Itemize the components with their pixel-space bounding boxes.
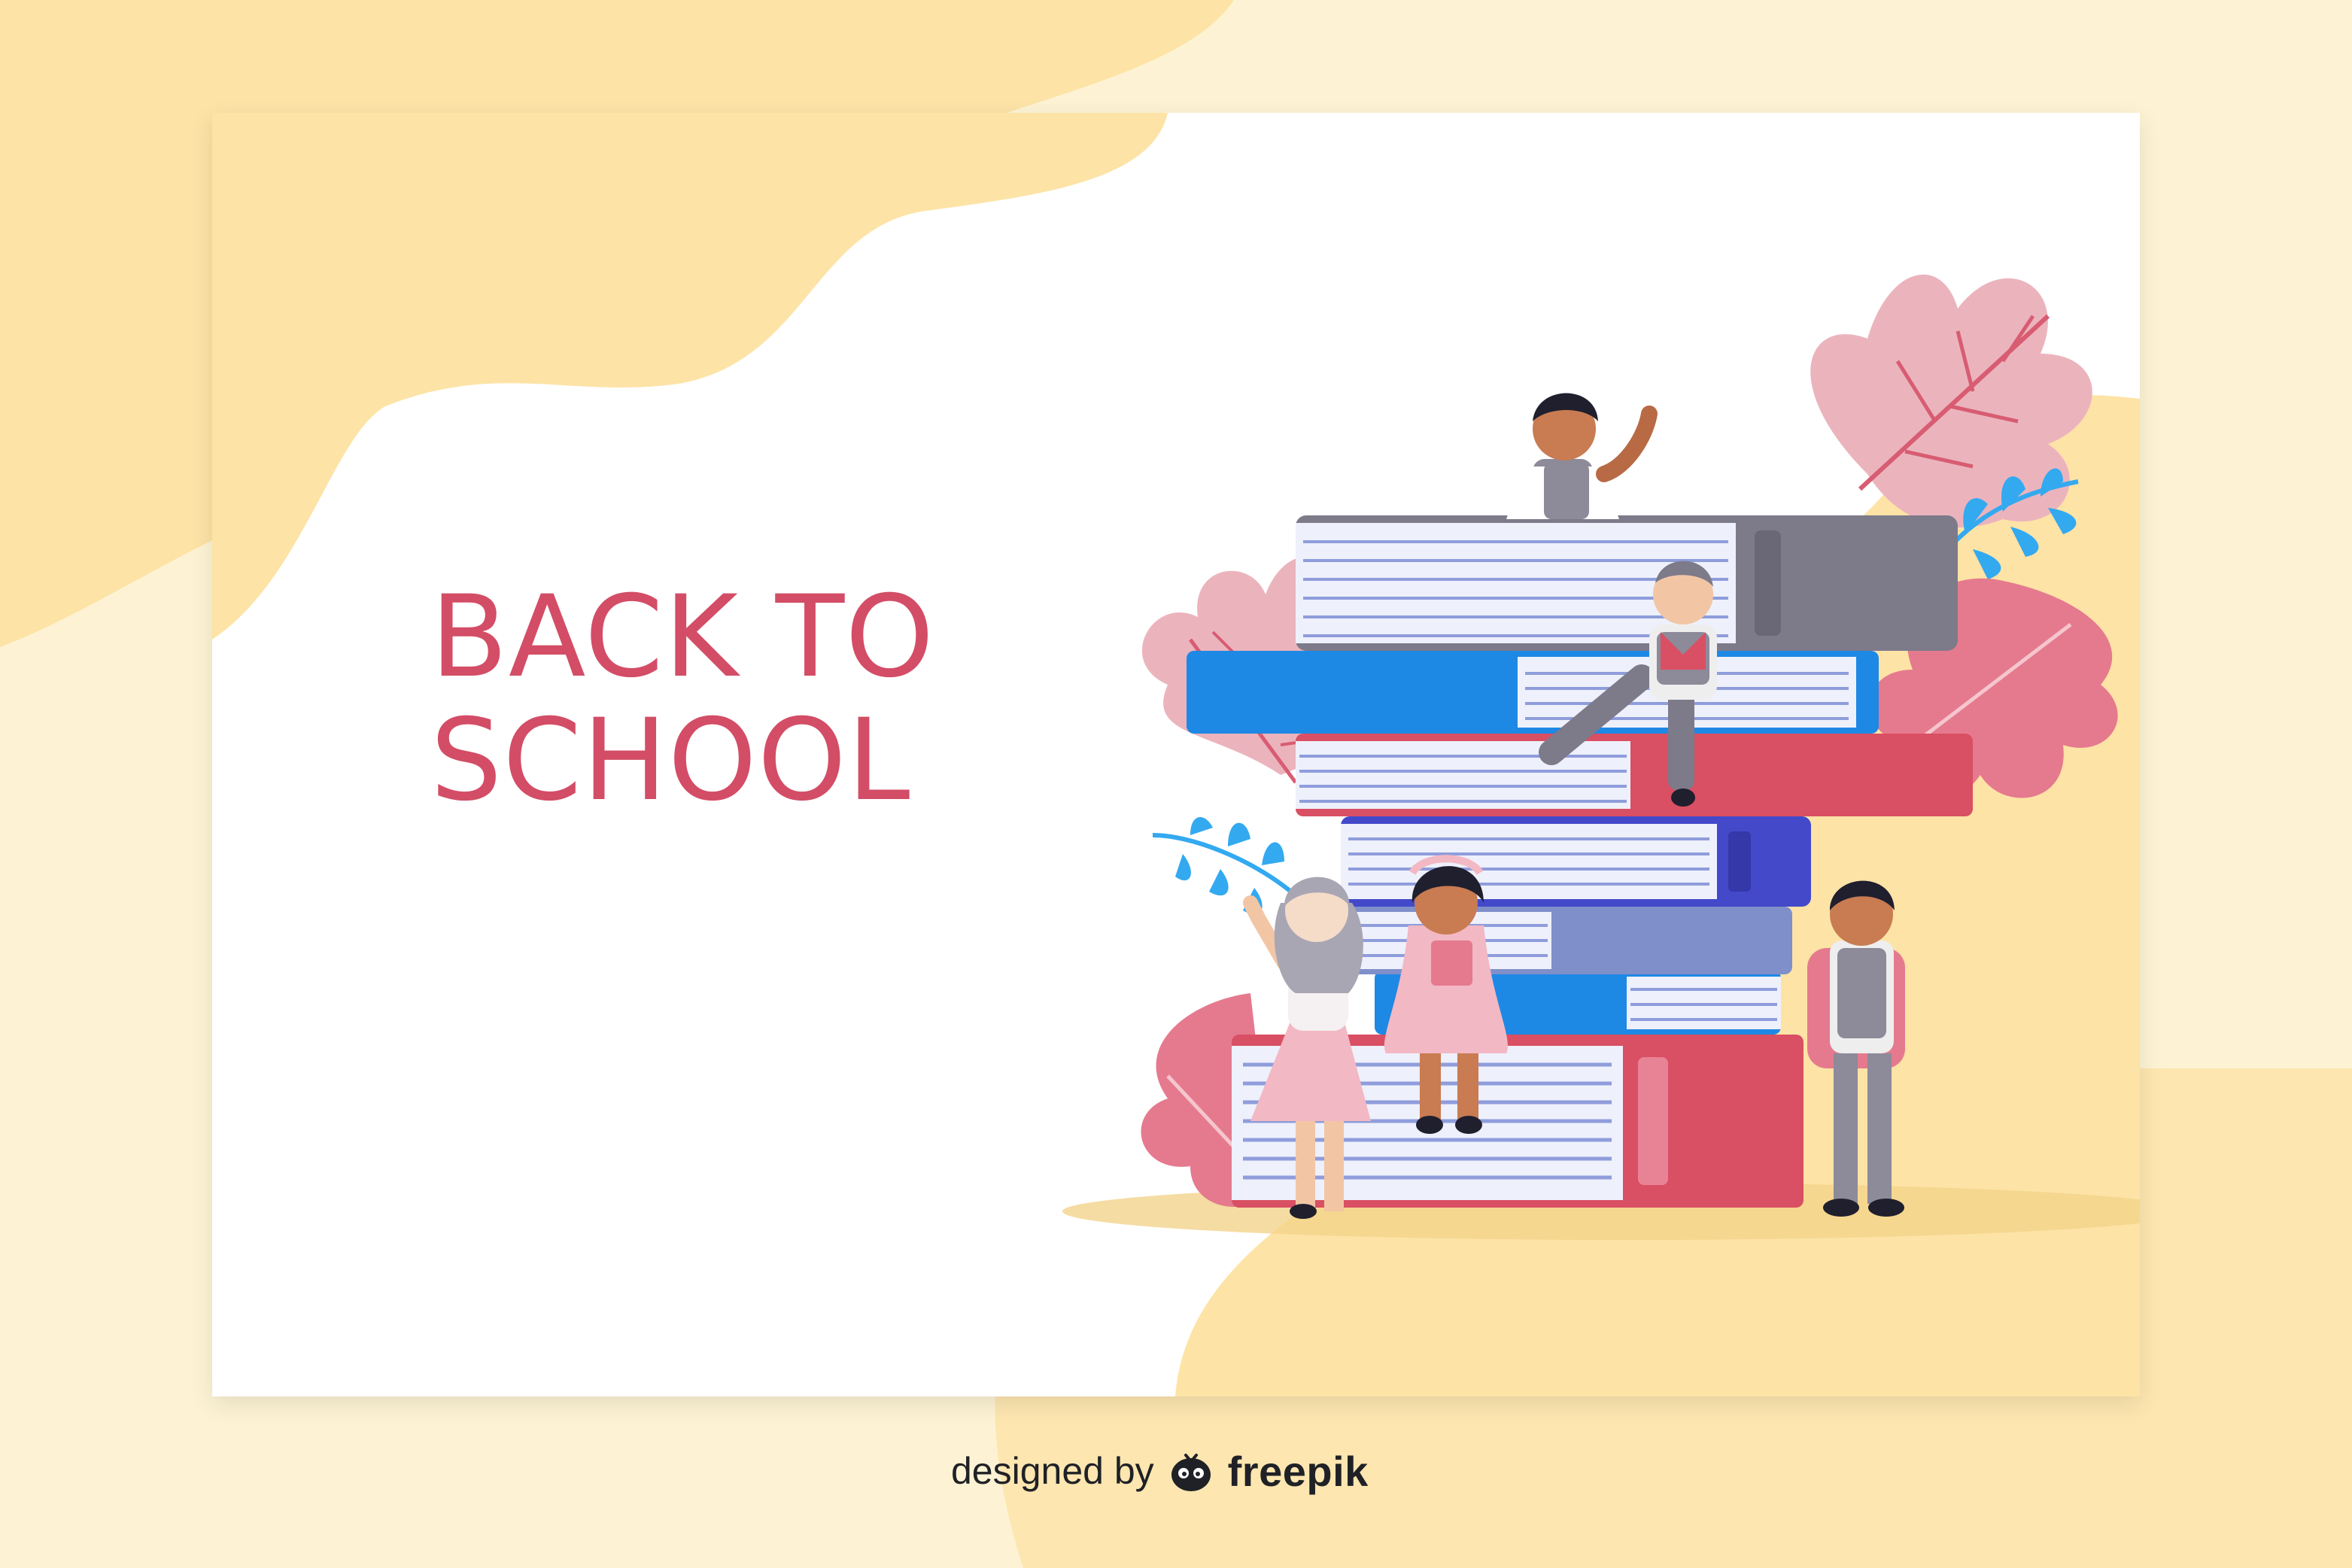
attribution-prefix: designed by (951, 1450, 1154, 1492)
attribution[interactable]: designed by freepik (951, 1445, 1369, 1497)
book-blue-middle-icon (1187, 651, 1879, 734)
headline-line-1: BACK TO (430, 572, 935, 703)
book-grey-top-icon (1296, 515, 1958, 651)
book-lavender-icon (1296, 907, 1792, 974)
headline: BACK TO SCHOOL (430, 576, 1108, 822)
freepik-logo-icon (1171, 1454, 1211, 1491)
leaf-blue-left-icon (1152, 817, 1297, 915)
student-boy-waving-icon (1506, 393, 1658, 519)
headline-line-2: SCHOOL (430, 695, 911, 826)
book-red-middle-icon (1296, 734, 1973, 816)
landing-card: BACK TO SCHOOL (212, 113, 2140, 1396)
card-blob-top-left (212, 113, 1168, 640)
book-indigo-icon (1341, 816, 1811, 907)
attribution-brand: freepik (1227, 1447, 1369, 1495)
